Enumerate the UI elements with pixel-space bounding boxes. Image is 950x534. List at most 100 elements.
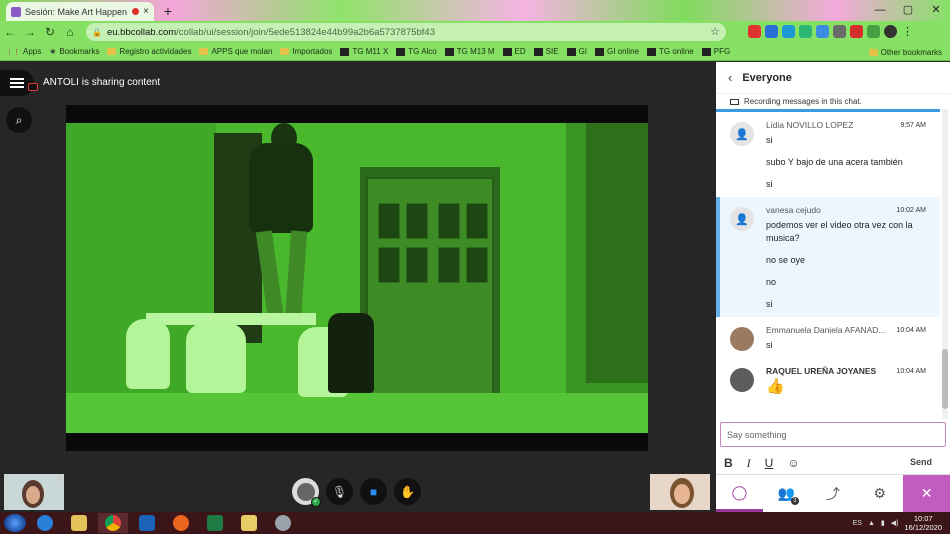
message-time: 9:57 AM: [900, 122, 926, 129]
back-arrow-icon[interactable]: ←: [0, 25, 20, 39]
window-minimize-button[interactable]: —: [866, 0, 894, 21]
window-close-button[interactable]: ✕: [922, 0, 950, 21]
bookmark-item[interactable]: TG M11 X: [340, 47, 388, 56]
profile-avatar-icon[interactable]: [884, 25, 897, 38]
bookmark-item[interactable]: GI online: [595, 47, 639, 56]
tray-chevron-icon[interactable]: ▲: [868, 520, 875, 527]
bookmark-item[interactable]: SIE: [533, 47, 559, 56]
tg-icon: [701, 47, 711, 56]
reload-icon[interactable]: ↻: [40, 25, 60, 39]
adblock-extension-icon[interactable]: [748, 25, 761, 38]
chat-input[interactable]: [720, 422, 946, 447]
windows-taskbar: ES ▲ ▮ ◀) 10:07 16/12/2020: [0, 512, 950, 534]
message-text: podemos ver el video otra vez con la mus…: [766, 220, 913, 243]
extension-blue-icon[interactable]: [765, 25, 778, 38]
new-tab-button[interactable]: +: [160, 3, 176, 19]
folder-icon: [199, 48, 209, 55]
bookmark-item[interactable]: GI: [566, 47, 587, 56]
browser-menu-icon[interactable]: ⋮: [901, 25, 914, 38]
participant-video-thumbnail[interactable]: [4, 474, 64, 510]
tab-close-icon[interactable]: ×: [143, 6, 149, 17]
message-text: subo Y bajo de una acera también: [766, 157, 903, 167]
firefox-app[interactable]: [166, 513, 196, 533]
clock[interactable]: 10:07 16/12/2020: [904, 514, 942, 532]
bookmark-item[interactable]: ⋮⋮ Apps: [6, 47, 41, 56]
volume-icon[interactable]: ◀): [891, 519, 899, 527]
extension-green-icon[interactable]: [799, 25, 812, 38]
sender-avatar-icon: 👤: [730, 207, 754, 231]
window-maximize-button[interactable]: ▢: [894, 0, 922, 21]
session-controls: ✓ 🎙 ■ ✋: [292, 478, 421, 507]
file-explorer-app[interactable]: [64, 513, 94, 533]
recording-note: Recording messages in this chat.: [730, 97, 862, 106]
emoji-button[interactable]: ☺: [787, 456, 799, 470]
chrome-icon: [105, 515, 121, 531]
extension-bird-icon[interactable]: [782, 25, 795, 38]
bookmark-item[interactable]: Registro actividades: [107, 47, 191, 56]
bookmark-item[interactable]: PFG: [701, 47, 730, 56]
message-time: 10:02 AM: [896, 207, 926, 214]
recording-icon: [28, 83, 38, 91]
underline-button[interactable]: U: [765, 456, 774, 470]
extension-diamond-icon[interactable]: [816, 25, 829, 38]
chevron-left-icon[interactable]: ‹: [728, 70, 732, 85]
other-bookmarks-folder[interactable]: Other bookmarks: [868, 43, 942, 61]
tab-title: Sesión: Make Art Happen - B: [25, 6, 128, 17]
extension-puzzle-icon[interactable]: [867, 25, 880, 38]
send-button[interactable]: Send: [910, 457, 932, 467]
panel-tabs: ◯ 👥 3 ⤴ ⚙ ✕: [716, 474, 950, 512]
browser-tab[interactable]: Sesión: Make Art Happen - B ×: [6, 2, 154, 21]
raise-hand-button[interactable]: ✋: [394, 478, 421, 505]
sender-avatar-icon: [730, 368, 754, 392]
network-icon[interactable]: ▮: [881, 519, 885, 527]
folder-app[interactable]: [234, 513, 264, 533]
bookmark-item[interactable]: TG M13 M: [444, 47, 495, 56]
bookmark-star-icon[interactable]: ☆: [710, 25, 720, 38]
italic-button[interactable]: I: [747, 456, 751, 471]
chat-message-group: 👤 Lidia NOVILLO LOPEZ 9:57 AM si subo Y bajo…: [716, 112, 940, 197]
bookmark-item[interactable]: ★ Bookmarks: [49, 47, 99, 56]
bookmark-item[interactable]: TG online: [647, 47, 694, 56]
address-bar[interactable]: 🔒 eu.bbcollab.com/collab/ui/session/join…: [86, 23, 726, 41]
message-text: si: [766, 135, 773, 145]
forward-arrow-icon[interactable]: →: [20, 25, 40, 39]
self-video-thumbnail[interactable]: [650, 474, 710, 510]
chat-tab[interactable]: ◯: [716, 475, 763, 512]
bookmark-item[interactable]: APPS que molan: [199, 47, 272, 56]
tools-app[interactable]: [268, 513, 298, 533]
chrome-app[interactable]: [98, 513, 128, 533]
extension-gray-icon[interactable]: [833, 25, 846, 38]
close-icon: ✕: [920, 485, 933, 501]
my-status-button[interactable]: ✓: [292, 478, 321, 507]
windows-start-button[interactable]: [4, 514, 26, 532]
excel-app[interactable]: [200, 513, 230, 533]
message-time: 10:04 AM: [896, 368, 926, 375]
tg-icon: [444, 47, 454, 56]
chat-scrollbar[interactable]: [942, 109, 948, 419]
home-icon[interactable]: ⌂: [60, 25, 80, 39]
zoom-content-button[interactable]: ⌕: [6, 107, 32, 133]
pdf-extension-icon[interactable]: [850, 25, 863, 38]
microphone-off-icon: 🎙: [331, 484, 348, 499]
bold-button[interactable]: B: [724, 456, 733, 470]
chat-messages[interactable]: 👤 Lidia NOVILLO LOPEZ 9:57 AM si subo Y bajo…: [716, 109, 940, 419]
scrollbar-thumb[interactable]: [942, 349, 948, 409]
microphone-button[interactable]: 🎙: [326, 478, 353, 505]
bookmark-item[interactable]: Importados: [280, 47, 332, 56]
bookmark-item[interactable]: ED: [502, 47, 526, 56]
message-text: si: [766, 299, 773, 309]
camera-button[interactable]: ■: [360, 478, 387, 505]
firefox-icon: [173, 515, 189, 531]
tg-icon: [647, 47, 657, 56]
bookmark-item[interactable]: TG Alco: [396, 47, 437, 56]
close-panel-button[interactable]: ✕: [903, 475, 950, 512]
language-indicator[interactable]: ES: [853, 520, 862, 527]
tg-icon: [595, 47, 605, 56]
settings-tab[interactable]: ⚙: [856, 475, 903, 512]
share-content-tab[interactable]: ⤴: [810, 475, 857, 512]
visibility-eye-icon[interactable]: ◉: [56, 473, 64, 484]
outlook-app[interactable]: [132, 513, 162, 533]
attendees-tab[interactable]: 👥 3: [763, 475, 810, 512]
person-body-shape: [249, 143, 313, 233]
internet-explorer-app[interactable]: [30, 513, 60, 533]
